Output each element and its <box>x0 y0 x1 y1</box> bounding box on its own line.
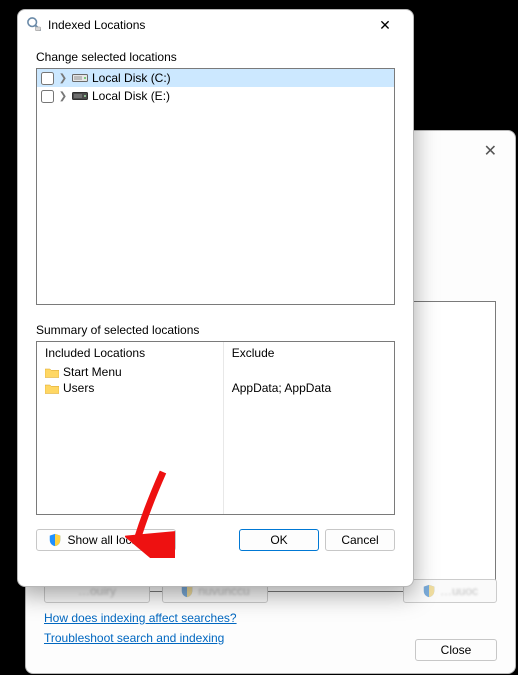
shield-icon <box>48 533 62 547</box>
included-row[interactable]: Users <box>45 380 215 396</box>
shield-icon <box>422 584 436 598</box>
close-icon[interactable]: ✕ <box>365 15 405 36</box>
locations-tree[interactable]: ❯ Local Disk (C:) ❯ Local Disk (E:) <box>36 68 395 305</box>
exclude-header: Exclude <box>232 346 386 364</box>
included-name: Users <box>63 381 94 395</box>
summary-pane: Included Locations Start Menu Users Excl… <box>36 341 395 515</box>
exclude-row: AppData; AppData <box>232 380 386 396</box>
included-row[interactable]: Start Menu <box>45 364 215 380</box>
indexed-locations-dialog: Indexed Locations ✕ Change selected loca… <box>17 9 414 587</box>
parent-button-3-label: …uuoc <box>440 584 478 598</box>
tree-checkbox[interactable] <box>41 72 54 85</box>
parent-help-links: How does indexing affect searches? Troub… <box>44 611 237 645</box>
included-header: Included Locations <box>45 346 215 364</box>
tree-row-label: Local Disk (C:) <box>92 71 171 85</box>
exclude-row <box>232 364 386 380</box>
chevron-right-icon[interactable]: ❯ <box>58 91 68 102</box>
show-all-label: Show all locations <box>67 533 163 547</box>
included-name: Start Menu <box>63 365 122 379</box>
tree-row-label: Local Disk (E:) <box>92 89 170 103</box>
dialog-title: Indexed Locations <box>48 18 359 32</box>
summary-label: Summary of selected locations <box>36 323 395 337</box>
dialog-button-row: Show all locations OK Cancel <box>36 529 395 551</box>
included-column: Included Locations Start Menu Users <box>37 342 224 514</box>
exclude-column: Exclude AppData; AppData <box>224 342 394 514</box>
exclude-value: AppData; AppData <box>232 381 331 395</box>
app-icon <box>26 16 42 35</box>
ok-button[interactable]: OK <box>239 529 319 551</box>
link-troubleshoot-indexing[interactable]: Troubleshoot search and indexing <box>44 631 224 645</box>
link-how-indexing-affects[interactable]: How does indexing affect searches? <box>44 611 237 625</box>
folder-icon <box>45 383 59 394</box>
tree-row-local-disk-e[interactable]: ❯ Local Disk (E:) <box>37 87 394 105</box>
close-button[interactable]: Close <box>415 639 497 661</box>
parent-button-3[interactable]: …uuoc <box>403 579 497 603</box>
chevron-right-icon[interactable]: ❯ <box>58 73 68 84</box>
drive-icon <box>72 72 88 84</box>
show-all-locations-button[interactable]: Show all locations <box>36 529 176 551</box>
cancel-button[interactable]: Cancel <box>325 529 395 551</box>
tree-checkbox[interactable] <box>41 90 54 103</box>
tree-row-local-disk-c[interactable]: ❯ Local Disk (C:) <box>37 69 394 87</box>
drive-icon <box>72 90 88 102</box>
close-icon[interactable]: ✕ <box>476 137 505 165</box>
folder-icon <box>45 367 59 378</box>
change-locations-label: Change selected locations <box>36 50 395 64</box>
titlebar: Indexed Locations ✕ <box>18 10 413 40</box>
